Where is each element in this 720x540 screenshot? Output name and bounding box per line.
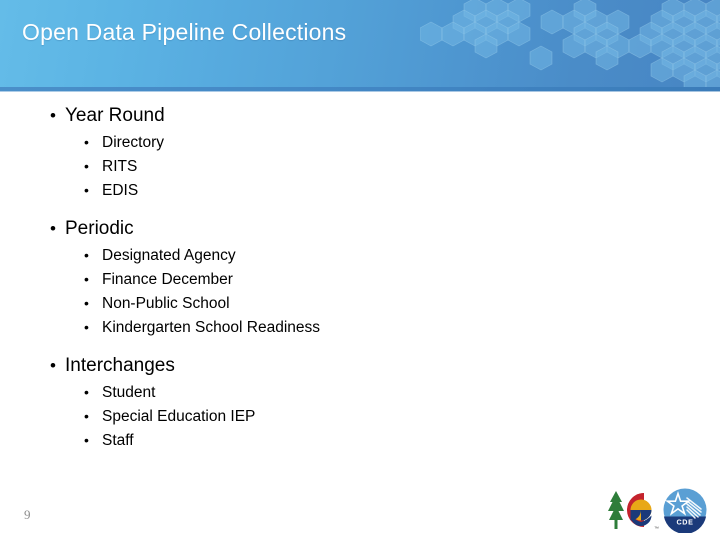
bullet-marker-icon: •	[50, 106, 56, 125]
bullet-level2-label: Staff	[102, 432, 134, 449]
bullet-level2-label: Designated Agency	[102, 247, 236, 264]
bullet-level1-year-round: • Year Round	[0, 104, 720, 132]
bullet-group-interchanges: • Interchanges • Student • Special Educa…	[0, 354, 720, 454]
bullet-level2-kindergarten-school-readiness: • Kindergarten School Readiness	[0, 317, 720, 341]
bullet-marker-icon: •	[84, 158, 89, 174]
bullet-level2-finance-december: • Finance December	[0, 269, 720, 293]
bullet-marker-icon: •	[84, 319, 89, 335]
bullet-marker-icon: •	[84, 295, 89, 311]
bullet-level1-interchanges: • Interchanges	[0, 354, 720, 382]
bullet-level2-label: Special Education IEP	[102, 408, 256, 425]
bullet-level2-label: Student	[102, 384, 156, 401]
bullet-marker-icon: •	[84, 134, 89, 150]
bullet-marker-icon: •	[84, 247, 89, 263]
bullet-level1-label: Interchanges	[65, 355, 175, 376]
bullet-level2-student: • Student	[0, 382, 720, 406]
colorado-state-logo: ™	[608, 491, 659, 532]
bullet-level1-periodic: • Periodic	[0, 217, 720, 245]
bullet-marker-icon: •	[84, 384, 89, 400]
bullet-level2-staff: • Staff	[0, 430, 720, 454]
bullet-level2-edis: • EDIS	[0, 180, 720, 204]
cde-logo: CDE	[663, 488, 707, 533]
slide-header-banner: Open Data Pipeline Collections	[0, 0, 720, 92]
bullet-marker-icon: •	[84, 408, 89, 424]
bullet-level2-label: EDIS	[102, 182, 139, 199]
bullet-group-periodic: • Periodic • Designated Agency • Finance…	[0, 217, 720, 341]
page-number: 9	[24, 507, 31, 522]
bullet-marker-icon: •	[50, 219, 56, 238]
bullet-level2-designated-agency: • Designated Agency	[0, 245, 720, 269]
bullet-marker-icon: •	[84, 271, 89, 287]
bullet-level1-label: Periodic	[65, 218, 134, 239]
slide-title: Open Data Pipeline Collections	[22, 19, 347, 45]
bullet-level2-label: Kindergarten School Readiness	[102, 319, 320, 336]
bullet-level2-directory: • Directory	[0, 132, 720, 156]
slide-canvas: Open Data Pipeline Collections • Year Ro…	[0, 0, 720, 540]
bullet-level2-label: Directory	[102, 134, 165, 151]
banner-bottom-hairline	[0, 91, 720, 92]
bullet-level1-label: Year Round	[65, 105, 165, 126]
bullet-level2-special-education-iep: • Special Education IEP	[0, 406, 720, 430]
bullet-level2-label: Finance December	[102, 271, 233, 288]
cde-logo-text: CDE	[677, 518, 694, 527]
bullet-level2-non-public-school: • Non-Public School	[0, 293, 720, 317]
bullet-level2-label: RITS	[102, 158, 138, 175]
footer-logo-group: ™ CDE	[604, 486, 712, 534]
bullet-level2-label: Non-Public School	[102, 295, 230, 312]
bullet-marker-icon: •	[84, 432, 89, 448]
bullet-group-year-round: • Year Round • Directory • RITS • EDIS	[0, 104, 720, 204]
hexagon-pattern-decoration	[420, 0, 720, 92]
bullet-marker-icon: •	[50, 356, 56, 375]
bullet-level2-rits: • RITS	[0, 156, 720, 180]
slide-content-body: • Year Round • Directory • RITS • EDIS •…	[0, 104, 720, 454]
bullet-marker-icon: •	[84, 182, 89, 198]
svg-text:™: ™	[654, 526, 659, 532]
